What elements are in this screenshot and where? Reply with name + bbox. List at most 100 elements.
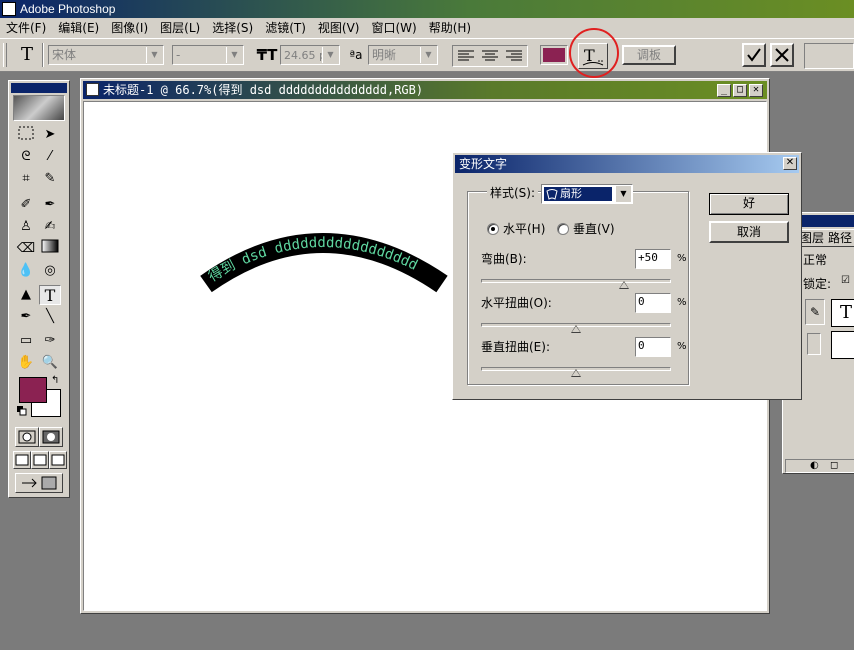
background-layer-thumbnail[interactable]: [831, 331, 854, 359]
toolbox-logo[interactable]: [13, 95, 65, 121]
maximize-button[interactable]: □: [733, 84, 747, 97]
menu-edit[interactable]: 编辑(E): [52, 18, 105, 38]
ok-button[interactable]: 好: [709, 193, 789, 215]
screen-mode-standard-icon[interactable]: [13, 451, 31, 469]
text-layer-thumbnail-icon[interactable]: T: [831, 299, 854, 327]
quickmask-mode-icon[interactable]: [39, 427, 63, 447]
bend-input[interactable]: +50: [635, 249, 671, 269]
text-color-swatch[interactable]: [540, 45, 568, 65]
menu-help[interactable]: 帮助(H): [423, 18, 477, 38]
lock-label: 锁定:: [803, 277, 832, 291]
dodge-tool-icon[interactable]: ◎: [39, 261, 61, 281]
arc-style-icon: [546, 189, 558, 200]
hand-tool-icon[interactable]: ✋: [15, 353, 37, 373]
vertical-distortion-input[interactable]: 0: [635, 337, 671, 357]
notes-tool-icon[interactable]: ▭: [15, 331, 37, 351]
type-tool-icon[interactable]: T: [39, 285, 61, 305]
menu-image[interactable]: 图像(I): [105, 18, 154, 38]
move-tool-icon[interactable]: ➤: [39, 125, 61, 145]
menu-file[interactable]: 文件(F): [0, 18, 52, 38]
font-style-select[interactable]: - ▼: [172, 45, 244, 65]
align-center-icon[interactable]: [479, 48, 501, 64]
antialias-select[interactable]: 明晰 ▼: [368, 45, 438, 65]
brush-tool-icon[interactable]: ✒: [39, 195, 61, 215]
zoom-tool-icon[interactable]: 🔍: [39, 353, 61, 373]
foreground-color-swatch[interactable]: [19, 377, 47, 403]
vertical-radio[interactable]: [557, 223, 569, 235]
marquee-tool-icon[interactable]: [15, 125, 37, 145]
slice-tool-icon[interactable]: ✎: [39, 169, 61, 189]
app-title-bar: Adobe Photoshop: [0, 0, 854, 18]
horizontal-label[interactable]: 水平(H): [503, 221, 545, 237]
healing-brush-tool-icon[interactable]: ✐: [15, 195, 37, 215]
magic-wand-tool-icon[interactable]: ⁄: [39, 147, 61, 167]
chevron-down-icon[interactable]: ▼: [615, 186, 631, 202]
menu-bar: 文件(F) 编辑(E) 图像(I) 图层(L) 选择(S) 滤镜(T) 视图(V) 窗口(W)…: [0, 18, 854, 38]
menu-select[interactable]: 选择(S): [206, 18, 259, 38]
commit-button[interactable]: [742, 43, 766, 67]
pen-tool-icon[interactable]: ✒: [15, 307, 37, 327]
default-colors-icon[interactable]: [17, 405, 27, 416]
layer-brush-icon[interactable]: ✎: [805, 299, 825, 325]
style-label: 样式(S):: [487, 185, 539, 201]
font-family-select[interactable]: 宋体 ▼: [48, 45, 164, 65]
palettes-label: 调板: [636, 48, 661, 62]
path-select-tool-icon[interactable]: ▲: [15, 285, 37, 305]
crop-tool-icon[interactable]: ⌗: [15, 169, 37, 189]
menu-window[interactable]: 窗口(W): [365, 18, 422, 38]
palettes-button[interactable]: 调板: [622, 45, 676, 65]
tab-layers[interactable]: 图层 路径: [799, 229, 854, 247]
align-left-icon[interactable]: [455, 48, 477, 64]
alignment-group: [452, 45, 528, 67]
tab-layers-label: 图层: [800, 231, 825, 245]
type-tool-icon[interactable]: T: [14, 43, 40, 67]
lasso-tool-icon[interactable]: ᘓ: [15, 147, 37, 167]
lock-transparency-icon[interactable]: ☑: [841, 275, 850, 286]
effects-icon[interactable]: ◐: [810, 460, 819, 471]
cancel-edit-button[interactable]: [770, 43, 794, 67]
horizontal-distortion-slider-thumb[interactable]: [571, 325, 581, 333]
close-icon: [775, 48, 789, 62]
screen-mode-full-icon[interactable]: [49, 451, 67, 469]
menu-filter[interactable]: 滤镜(T): [259, 18, 312, 38]
tab-paths-label: 路径: [828, 231, 853, 245]
horizontal-distortion-input[interactable]: 0: [635, 293, 671, 313]
dialog-title: 变形文字: [459, 157, 508, 171]
menu-view[interactable]: 视图(V): [312, 18, 366, 38]
text-color-fill: [543, 48, 565, 62]
eyedropper-tool-icon[interactable]: ✑: [39, 331, 61, 351]
bend-slider-thumb[interactable]: [618, 281, 629, 289]
style-select[interactable]: 扇形 ▼: [541, 184, 633, 204]
document-titlebar[interactable]: 未标题-1 @ 66.7%(得到 dsd ddddddddddddddd,RGB…: [83, 81, 767, 99]
line-tool-icon[interactable]: ╲: [39, 307, 61, 327]
standard-mode-icon[interactable]: [15, 427, 39, 447]
bend-slider[interactable]: [481, 279, 671, 283]
mask-icon[interactable]: ◻: [830, 460, 838, 471]
close-button[interactable]: ✕: [749, 84, 763, 97]
blend-mode-select[interactable]: 正常: [803, 251, 827, 268]
dialog-close-button[interactable]: ✕: [783, 157, 797, 170]
eraser-tool-icon[interactable]: ⌫: [15, 239, 37, 259]
minimize-button[interactable]: _: [717, 84, 731, 97]
vertical-label[interactable]: 垂直(V): [573, 221, 615, 237]
screen-mode-menu-icon[interactable]: [31, 451, 49, 469]
cancel-button[interactable]: 取消: [709, 221, 789, 243]
jump-to-imageready-icon[interactable]: [15, 473, 63, 493]
menu-layer[interactable]: 图层(L): [154, 18, 206, 38]
dialog-titlebar[interactable]: 变形文字 ✕: [455, 155, 799, 173]
history-brush-tool-icon[interactable]: ✍: [39, 217, 61, 237]
horizontal-radio[interactable]: [487, 223, 499, 235]
align-right-icon[interactable]: [503, 48, 525, 64]
layer-row-checkbox[interactable]: [807, 333, 821, 355]
cancel-label: 取消: [736, 225, 761, 239]
stamp-tool-icon[interactable]: ♙: [15, 217, 37, 237]
font-size-value: 24.65 p: [284, 49, 326, 62]
blur-tool-icon[interactable]: 💧: [15, 261, 37, 281]
antialias-icon: ªa: [349, 48, 363, 62]
palette-well[interactable]: [804, 43, 854, 69]
swap-colors-icon[interactable]: ↰: [51, 375, 59, 386]
check-icon: [747, 48, 761, 62]
font-size-select[interactable]: 24.65 p ▼: [280, 45, 340, 65]
gradient-tool-icon[interactable]: [39, 239, 61, 259]
vertical-distortion-slider-thumb[interactable]: [571, 369, 581, 377]
